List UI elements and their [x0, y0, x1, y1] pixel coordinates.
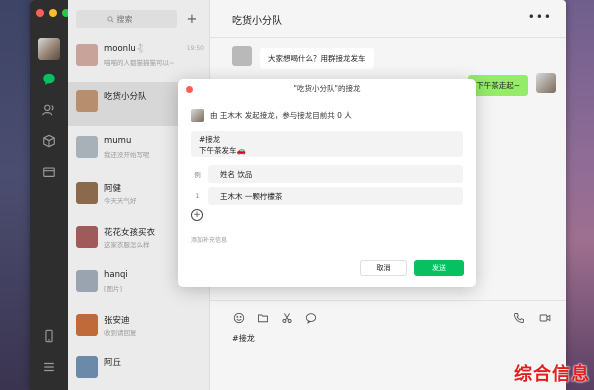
- video-icon[interactable]: [538, 311, 552, 325]
- chat-name: 吃货小分队: [104, 92, 147, 102]
- more-options-button[interactable]: •••: [528, 10, 552, 24]
- contacts-icon[interactable]: [30, 99, 68, 121]
- composer: #接龙: [210, 300, 566, 390]
- cube-icon[interactable]: [30, 130, 68, 152]
- scissors-icon[interactable]: [280, 311, 294, 325]
- send-button[interactable]: 发送: [414, 260, 464, 276]
- chat-preview: 收到请回复: [104, 329, 137, 337]
- watermark: 综合信息: [514, 364, 590, 385]
- cancel-button[interactable]: 取消: [360, 260, 407, 276]
- chat-name: 张安迪: [104, 316, 130, 326]
- folder-icon[interactable]: [30, 161, 68, 183]
- phone-icon[interactable]: [30, 325, 68, 347]
- wechat-window: + moonlu🐇 喵喵的人都猫猫猫可以~ 19:50 吃货小分队 mumu 我…: [30, 0, 566, 390]
- avatar: [76, 356, 98, 378]
- search-input[interactable]: [116, 14, 147, 24]
- message-incoming: 大家想喝什么？用群接龙发车: [232, 46, 374, 69]
- avatar: [76, 182, 98, 204]
- dialog-info: 由 王木木 发起接龙，参与接龙目前共 0 人: [191, 109, 352, 122]
- add-chat-button[interactable]: +: [183, 10, 201, 28]
- avatar: [76, 44, 98, 66]
- dialog-title: "吃货小分队"的接龙: [293, 84, 361, 93]
- example-label: 例: [194, 171, 201, 179]
- chat-name: mumu: [104, 136, 132, 146]
- avatar: [76, 314, 98, 336]
- search-icon: [106, 15, 114, 23]
- entry-row: 1 王木木 一颗柠檬茶: [191, 187, 463, 205]
- folder-icon[interactable]: [256, 311, 270, 325]
- composer-toolbar: [232, 311, 318, 325]
- chat-name: hanqi: [104, 270, 128, 280]
- search-box[interactable]: [76, 10, 177, 28]
- composer-call-tools: [512, 311, 552, 325]
- avatar: [76, 90, 98, 112]
- window-controls: [36, 9, 70, 17]
- chat-icon[interactable]: [30, 68, 68, 90]
- chat-name: 阿丘: [104, 358, 122, 368]
- list-item[interactable]: moonlu🐇 喵喵的人都猫猫猫可以~ 19:50: [68, 36, 210, 80]
- avatar: [191, 109, 204, 122]
- avatar: [76, 270, 98, 292]
- list-item[interactable]: 阿丘: [68, 348, 210, 390]
- conversation-header: 吃货小分队 •••: [210, 0, 566, 38]
- add-entry-button[interactable]: +: [191, 209, 203, 221]
- search-row: +: [76, 10, 201, 28]
- menu-icon[interactable]: [30, 356, 68, 378]
- topic-line-1: #接龙: [199, 135, 221, 144]
- entry-number: 1: [195, 192, 200, 200]
- initiator-info: 由 王木木 发起接龙，参与接龙目前共 0 人: [210, 111, 352, 120]
- list-item[interactable]: 张安迪 收到请回复: [68, 306, 210, 350]
- chat-bubble-icon[interactable]: [304, 311, 318, 325]
- chat-name: 花花女孩买衣: [104, 228, 156, 238]
- topic-field[interactable]: #接龙 下午茶发车🚗: [191, 131, 463, 157]
- avatar: [76, 136, 98, 158]
- nav-sidebar: [30, 0, 70, 390]
- message-bubble: 下午茶走起~: [468, 75, 528, 96]
- entry-field[interactable]: 王木木 一颗柠檬茶: [208, 187, 463, 205]
- avatar[interactable]: [536, 73, 556, 93]
- jielong-dialog: "吃货小分队"的接龙 由 王木木 发起接龙，参与接龙目前共 0 人 #接龙 下午…: [178, 79, 476, 287]
- add-note-link[interactable]: 添加补充信息: [191, 235, 227, 244]
- avatar: [76, 226, 98, 248]
- minimize-window-button[interactable]: [49, 9, 57, 17]
- my-avatar[interactable]: [38, 38, 60, 60]
- example-field[interactable]: 姓名 饮品: [208, 165, 463, 183]
- example-row: 例 姓名 饮品: [191, 165, 463, 183]
- chat-preview: 喵喵的人都猫猫猫可以~: [104, 59, 175, 67]
- message-input[interactable]: #接龙: [232, 333, 255, 344]
- close-window-button[interactable]: [36, 9, 44, 17]
- conversation-title: 吃货小分队: [232, 16, 282, 27]
- message-bubble: 大家想喝什么？用群接龙发车: [260, 48, 374, 69]
- topic-line-2: 下午茶发车🚗: [199, 146, 246, 155]
- chat-time: 19:50: [186, 45, 204, 52]
- phone-icon[interactable]: [512, 311, 526, 325]
- emoji-icon[interactable]: [232, 311, 246, 325]
- chat-name: moonlu🐇: [104, 44, 147, 54]
- chat-name: 阿健: [104, 184, 122, 194]
- avatar[interactable]: [232, 46, 252, 66]
- message-outgoing: 下午茶走起~: [468, 73, 556, 96]
